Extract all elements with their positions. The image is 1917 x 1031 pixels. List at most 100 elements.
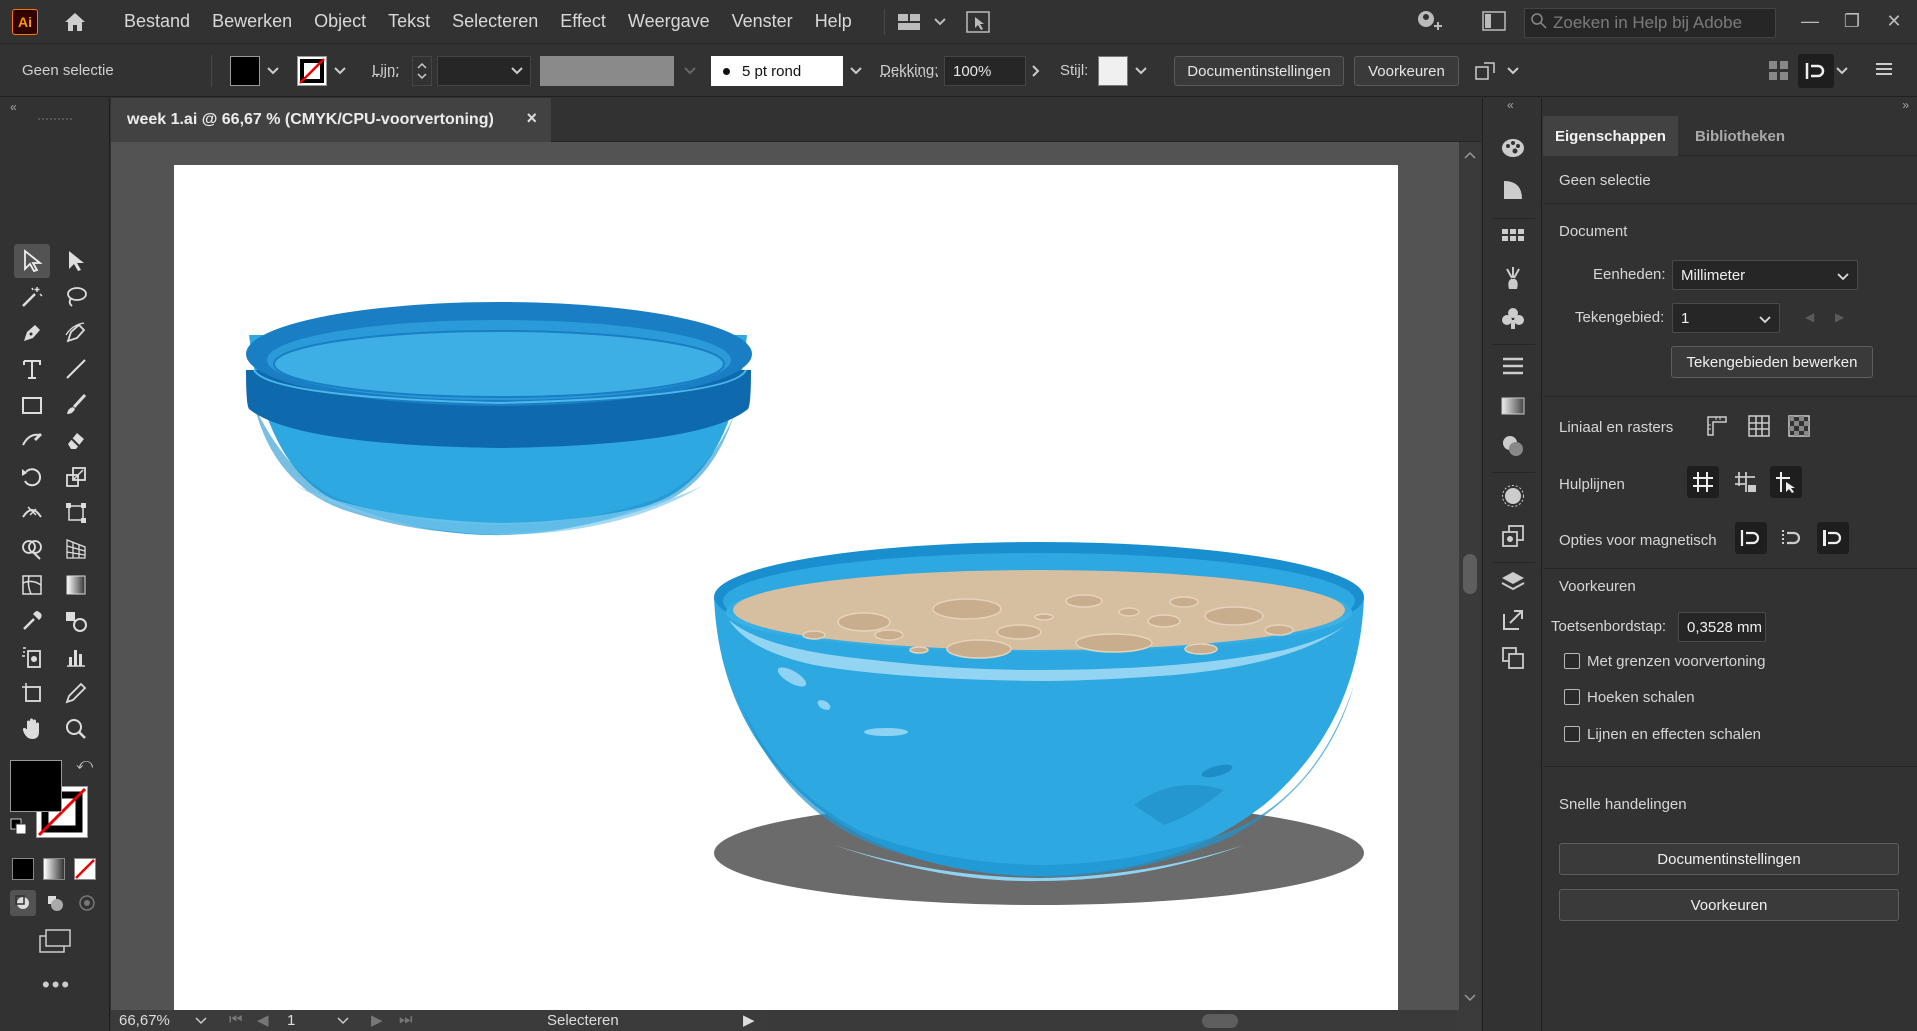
menu-help[interactable]: Help bbox=[815, 11, 852, 32]
lasso-tool[interactable] bbox=[58, 280, 94, 314]
scroll-up-icon[interactable] bbox=[1464, 146, 1476, 163]
symbol-sprayer-tool[interactable] bbox=[14, 640, 50, 674]
fill-color-front[interactable] bbox=[10, 760, 62, 812]
transform-options-icon[interactable] bbox=[1472, 59, 1498, 87]
show-guides-icon[interactable] bbox=[1687, 466, 1719, 498]
fill-swatch[interactable] bbox=[230, 56, 260, 86]
previous-artboard-icon[interactable]: ◀ bbox=[257, 1011, 269, 1029]
graphic-styles-icon[interactable] bbox=[1497, 520, 1529, 552]
menu-venster[interactable]: Venster bbox=[732, 11, 793, 32]
empty-bowl[interactable] bbox=[246, 302, 752, 536]
snap-to-pixel-grid-icon[interactable] bbox=[1817, 522, 1849, 554]
selection-tool[interactable] bbox=[14, 244, 50, 278]
curvature-tool[interactable] bbox=[58, 316, 94, 350]
zoom-dropdown-icon[interactable] bbox=[195, 1012, 207, 1029]
menu-weergave[interactable]: Weergave bbox=[628, 11, 710, 32]
preview-bounds-checkbox[interactable] bbox=[1564, 653, 1580, 669]
edit-artboards-button[interactable]: Tekengebieden bewerken bbox=[1671, 346, 1873, 378]
brushes-panel-icon[interactable] bbox=[1497, 262, 1529, 294]
style-dropdown-icon[interactable] bbox=[1131, 56, 1151, 86]
keyboard-increment-field[interactable]: 0,3528 mm bbox=[1678, 612, 1766, 642]
draw-normal-icon[interactable] bbox=[10, 890, 36, 916]
next-artboard-icon[interactable]: ▶ bbox=[1835, 310, 1844, 324]
asset-export-icon[interactable] bbox=[1497, 604, 1529, 636]
collapse-toolbar-icon[interactable]: « bbox=[10, 100, 17, 114]
vertical-scroll-thumb[interactable] bbox=[1463, 554, 1477, 594]
scale-strokes-checkbox[interactable] bbox=[1564, 726, 1580, 742]
draw-behind-icon[interactable] bbox=[42, 890, 68, 916]
smart-guides-icon[interactable] bbox=[1770, 466, 1802, 498]
opacity-arrow-icon[interactable] bbox=[1026, 56, 1046, 86]
zoom-tool[interactable] bbox=[58, 712, 94, 746]
quick-preferences-button[interactable]: Voorkeuren bbox=[1559, 889, 1899, 921]
symbols-panel-icon[interactable] bbox=[1497, 302, 1529, 334]
rotate-tool[interactable] bbox=[14, 460, 50, 494]
free-transform-tool[interactable] bbox=[58, 496, 94, 530]
preferences-button[interactable]: Voorkeuren bbox=[1354, 56, 1459, 86]
snap-to-pixel-icon[interactable] bbox=[1798, 54, 1834, 88]
units-select[interactable]: Millimeter bbox=[1672, 260, 1858, 290]
stroke-swatch[interactable] bbox=[297, 56, 327, 86]
artboards-panel-icon[interactable] bbox=[1497, 642, 1529, 674]
toolbar-grip[interactable] bbox=[38, 118, 72, 122]
shaper-tool[interactable] bbox=[14, 424, 50, 458]
help-search-input[interactable]: Zoeken in Help bij Adobe bbox=[1524, 8, 1776, 38]
layers-panel-icon[interactable] bbox=[1497, 566, 1529, 598]
horizontal-scrollbar[interactable] bbox=[766, 1010, 1456, 1031]
close-window-icon[interactable]: ✕ bbox=[1878, 6, 1910, 36]
collapse-strip-icon[interactable]: « bbox=[1507, 98, 1514, 112]
menu-bestand[interactable]: Bestand bbox=[124, 11, 190, 32]
menu-effect[interactable]: Effect bbox=[560, 11, 606, 32]
rectangle-tool[interactable] bbox=[14, 388, 50, 422]
direct-selection-tool[interactable] bbox=[58, 244, 94, 278]
artboard[interactable] bbox=[174, 165, 1398, 1010]
brush-definition[interactable]: 5 pt rond bbox=[711, 56, 843, 86]
color-guide-icon[interactable] bbox=[1497, 174, 1529, 206]
opacity-field[interactable]: 100% bbox=[944, 56, 1026, 86]
menu-object[interactable]: Object bbox=[314, 11, 366, 32]
arrange-documents-icon[interactable] bbox=[895, 9, 925, 35]
default-colors-icon[interactable] bbox=[10, 818, 28, 840]
scale-tool[interactable] bbox=[58, 460, 94, 494]
draw-inside-icon[interactable] bbox=[74, 890, 100, 916]
stroke-panel-icon[interactable] bbox=[1497, 350, 1529, 382]
close-tab-icon[interactable]: × bbox=[526, 108, 537, 129]
pen-tool[interactable] bbox=[14, 316, 50, 350]
pencil-tool[interactable] bbox=[58, 676, 94, 710]
menu-selecteren[interactable]: Selecteren bbox=[452, 11, 538, 32]
scroll-down-icon[interactable] bbox=[1464, 989, 1476, 1006]
artboard-select[interactable]: 1 bbox=[1672, 303, 1780, 333]
document-settings-button[interactable]: Documentinstellingen bbox=[1174, 56, 1344, 86]
fill-dropdown-icon[interactable] bbox=[263, 56, 283, 86]
eraser-tool[interactable] bbox=[58, 424, 94, 458]
horizontal-scroll-thumb[interactable] bbox=[1202, 1014, 1238, 1028]
snap-to-point-icon[interactable] bbox=[1735, 522, 1767, 554]
status-menu-arrow-icon[interactable]: ▶ bbox=[743, 1011, 755, 1029]
snap-to-glyph-icon[interactable] bbox=[1776, 522, 1808, 554]
width-tool[interactable] bbox=[14, 496, 50, 530]
grid-icon[interactable] bbox=[1743, 410, 1775, 442]
first-artboard-icon[interactable]: ⏮ bbox=[229, 1011, 243, 1028]
blend-tool[interactable] bbox=[58, 604, 94, 638]
stroke-weight-dropdown-icon[interactable] bbox=[507, 56, 527, 86]
appearance-panel-icon[interactable] bbox=[1497, 480, 1529, 512]
graphic-style-swatch[interactable] bbox=[1098, 56, 1128, 86]
minimize-window-icon[interactable]: — bbox=[1794, 6, 1826, 36]
gradient-panel-icon[interactable] bbox=[1497, 390, 1529, 422]
brush-dropdown-icon[interactable] bbox=[846, 56, 866, 86]
swap-colors-icon[interactable]: ⤺ bbox=[76, 756, 93, 774]
column-graph-tool[interactable] bbox=[58, 640, 94, 674]
gpu-performance-icon[interactable] bbox=[963, 9, 993, 35]
last-artboard-icon[interactable]: ⏭ bbox=[399, 1011, 413, 1028]
vertical-scrollbar[interactable] bbox=[1459, 142, 1481, 1010]
snap-dropdown-icon[interactable] bbox=[1832, 56, 1852, 86]
magic-wand-tool[interactable] bbox=[14, 280, 50, 314]
collapse-panel-icon[interactable]: » bbox=[1902, 98, 1909, 112]
document-tab[interactable]: week 1.ai @ 66,67 % (CMYK/CPU-voorverton… bbox=[111, 98, 551, 142]
home-icon[interactable] bbox=[60, 7, 90, 37]
none-mode-icon[interactable] bbox=[74, 858, 96, 880]
gradient-tool[interactable] bbox=[58, 568, 94, 602]
restore-window-icon[interactable]: ❐ bbox=[1836, 6, 1868, 36]
hand-tool[interactable] bbox=[14, 712, 50, 746]
artboard-dropdown-icon[interactable] bbox=[337, 1012, 349, 1029]
